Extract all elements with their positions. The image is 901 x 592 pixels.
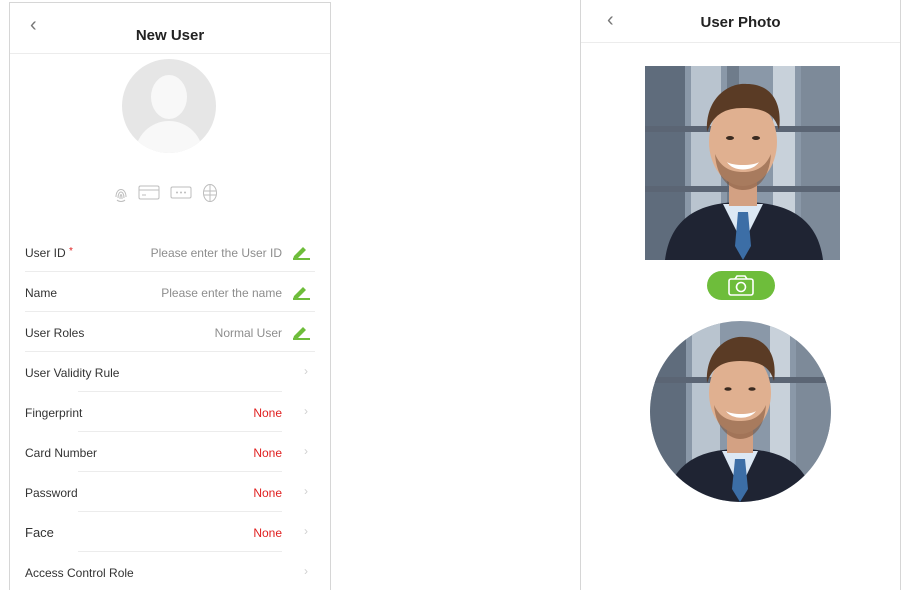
user-validity-rule-label: User Validity Rule — [25, 366, 120, 380]
user-id-input[interactable]: Please enter the User ID — [151, 246, 282, 260]
new-user-screen: ‹ New User User ID * Please enter the Us… — [9, 2, 331, 590]
face-value: None — [253, 526, 282, 540]
page-title: New User — [135, 27, 205, 44]
edit-pencil-icon[interactable] — [290, 284, 312, 300]
name-input[interactable]: Please enter the name — [161, 286, 282, 300]
chevron-right-icon: › — [304, 444, 308, 458]
card-number-row[interactable]: Card Number None › — [10, 432, 330, 472]
chevron-right-icon: › — [304, 524, 308, 538]
user-portrait-image — [645, 66, 840, 260]
user-id-label: User ID * — [25, 246, 73, 260]
edit-pencil-icon[interactable] — [290, 324, 312, 340]
chevron-right-icon: › — [304, 364, 308, 378]
chevron-right-icon: › — [304, 484, 308, 498]
fingerprint-label: Fingerprint — [25, 406, 83, 420]
user-photo-header: ‹ User Photo — [581, 0, 900, 43]
face-label: Face — [25, 525, 54, 540]
required-mark: * — [69, 246, 73, 257]
face-icon — [203, 184, 217, 202]
user-roles-value[interactable]: Normal User — [215, 326, 282, 340]
password-icon — [170, 186, 192, 199]
password-value: None — [253, 486, 282, 500]
name-row[interactable]: Name Please enter the name — [10, 272, 330, 312]
card-number-value: None — [253, 446, 282, 460]
fingerprint-row[interactable]: Fingerprint None › — [10, 392, 330, 432]
user-portrait-circle-image — [650, 321, 831, 502]
avatar-head-silhouette — [151, 75, 187, 119]
user-roles-label: User Roles — [25, 326, 85, 340]
chevron-right-icon: › — [304, 564, 308, 578]
page-title: User Photo — [700, 14, 781, 31]
access-control-role-row[interactable]: Access Control Role › — [10, 552, 330, 592]
avatar-body-silhouette — [135, 121, 203, 153]
user-id-row[interactable]: User ID * Please enter the User ID — [10, 232, 330, 272]
user-photo-screen: ‹ User Photo — [580, 0, 901, 590]
password-label: Password — [25, 486, 78, 500]
user-photo — [645, 66, 840, 260]
name-label: Name — [25, 286, 58, 300]
card-icon — [138, 185, 160, 200]
take-photo-button[interactable] — [707, 271, 775, 300]
face-row[interactable]: Face None › — [10, 512, 330, 552]
fingerprint-value: None — [253, 406, 282, 420]
edit-pencil-icon[interactable] — [290, 244, 312, 260]
access-control-role-label: Access Control Role — [25, 566, 134, 580]
new-user-header: ‹ New User — [10, 3, 330, 54]
user-photo-circle-preview — [650, 321, 831, 502]
user-id-label-text: User ID — [25, 246, 66, 260]
user-avatar-placeholder[interactable] — [122, 59, 216, 153]
card-number-label: Card Number — [25, 446, 98, 460]
user-roles-row[interactable]: User Roles Normal User — [10, 312, 330, 352]
fingerprint-icon — [115, 189, 127, 202]
password-row[interactable]: Password None › — [10, 472, 330, 512]
camera-icon — [728, 275, 754, 296]
user-validity-rule-row[interactable]: User Validity Rule › — [10, 352, 330, 392]
chevron-right-icon: › — [304, 404, 308, 418]
